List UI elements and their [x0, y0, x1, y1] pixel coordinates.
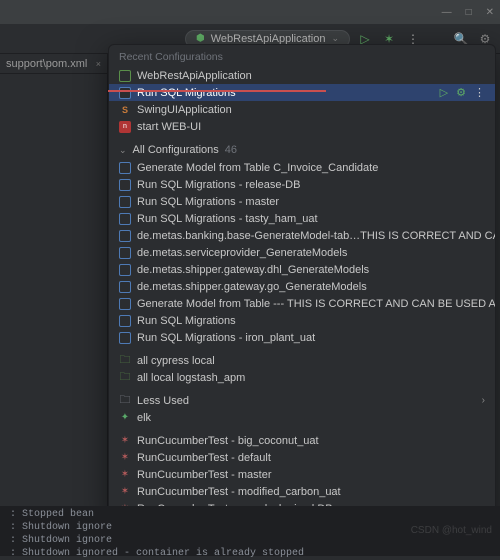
- close-tab-icon[interactable]: ×: [96, 59, 101, 69]
- run-configurations-popup: Recent Configurations WebRestApiApplicat…: [108, 44, 496, 522]
- terminal-line: : Shutdown ignored - container is alread…: [10, 547, 490, 560]
- watermark: CSDN @hot_wind: [411, 525, 492, 536]
- application-icon: [119, 230, 131, 242]
- application-icon: [119, 281, 131, 293]
- config-label: elk: [137, 412, 151, 424]
- config-label: RunCucumberTest - default: [137, 452, 271, 464]
- config-label: all cypress local: [137, 355, 215, 367]
- cucumber-item[interactable]: ✶ RunCucumberTest - master: [109, 466, 495, 483]
- config-label: Generate Model from Table --- THIS IS CO…: [137, 298, 495, 310]
- application-icon: [119, 298, 131, 310]
- application-icon: [119, 264, 131, 276]
- application-icon: [119, 179, 131, 191]
- application-icon: [119, 247, 131, 259]
- spring-icon: [119, 70, 131, 82]
- config-item[interactable]: de.metas.banking.base-GenerateModel-tab……: [109, 227, 495, 244]
- npm-icon: n: [119, 121, 131, 133]
- row-more-button[interactable]: ⋮: [474, 86, 485, 99]
- group-label: Less Used: [137, 395, 189, 407]
- editor-tab-label: support\pom.xml: [6, 58, 87, 70]
- config-item[interactable]: de.metas.serviceprovider_GenerateModels: [109, 244, 495, 261]
- config-label: Run SQL Migrations: [137, 315, 236, 327]
- compound-icon: 🗀: [119, 369, 131, 386]
- window-minimize-button[interactable]: —: [442, 7, 452, 18]
- cucumber-icon: ✶: [119, 469, 131, 480]
- application-icon: [119, 315, 131, 327]
- config-label: all local logstash_apm: [137, 372, 245, 384]
- elk-icon: ✦: [119, 412, 131, 423]
- config-label: Run SQL Migrations - master: [137, 196, 279, 208]
- config-item[interactable]: Generate Model from Table C_Invoice_Cand…: [109, 159, 495, 176]
- config-item[interactable]: Run SQL Migrations: [109, 312, 495, 329]
- config-label: Run SQL Migrations: [137, 87, 236, 99]
- all-configurations-header[interactable]: ⌄ All Configurations 46: [109, 141, 495, 159]
- all-configurations-count: 46: [225, 144, 237, 156]
- recent-item[interactable]: WebRestApiApplication: [109, 67, 495, 84]
- config-label: Generate Model from Table C_Invoice_Cand…: [137, 162, 378, 174]
- config-label: Run SQL Migrations - release-DB: [137, 179, 300, 191]
- swing-icon: S: [119, 105, 131, 115]
- window-controls: — □ ✕: [442, 7, 494, 18]
- compound-item[interactable]: 🗀 all cypress local: [109, 352, 495, 369]
- config-label: WebRestApiApplication: [137, 70, 252, 82]
- config-label: de.metas.shipper.gateway.dhl_GenerateMod…: [137, 264, 369, 276]
- recent-item[interactable]: Run SQL Migrations ▷ ⚙ ⋮: [109, 84, 495, 101]
- less-used-group[interactable]: 🗀 Less Used ›: [109, 392, 495, 409]
- config-item[interactable]: Run SQL Migrations - master: [109, 193, 495, 210]
- config-label: RunCucumberTest - master: [137, 469, 272, 481]
- highlight-underline: [108, 90, 326, 92]
- config-label: RunCucumberTest - modified_carbon_uat: [137, 486, 341, 498]
- chevron-right-icon: ›: [482, 395, 485, 406]
- application-icon: [119, 213, 131, 225]
- chevron-down-icon: ⌄: [119, 145, 127, 156]
- cucumber-icon: ✶: [119, 452, 131, 463]
- config-item[interactable]: Run SQL Migrations - tasty_ham_uat: [109, 210, 495, 227]
- recent-item[interactable]: n start WEB-UI: [109, 118, 495, 135]
- cucumber-item[interactable]: ✶ RunCucumberTest - default: [109, 449, 495, 466]
- recent-item[interactable]: S SwingUIApplication: [109, 101, 495, 118]
- cucumber-item[interactable]: ✶ RunCucumberTest - big_coconut_uat: [109, 432, 495, 449]
- run-config-label: WebRestApiApplication: [211, 33, 326, 45]
- compound-item[interactable]: 🗀 all local logstash_apm: [109, 369, 495, 386]
- config-item[interactable]: Run SQL Migrations - release-DB: [109, 176, 495, 193]
- config-label: de.metas.serviceprovider_GenerateModels: [137, 247, 347, 259]
- window-titlebar: — □ ✕: [0, 0, 500, 24]
- row-debug-button[interactable]: ⚙: [456, 86, 466, 99]
- config-item[interactable]: Run SQL Migrations - iron_plant_uat: [109, 329, 495, 346]
- application-icon: [119, 162, 131, 174]
- chevron-down-icon: ⌄: [331, 33, 339, 44]
- config-label: Run SQL Migrations - tasty_ham_uat: [137, 213, 318, 225]
- config-item[interactable]: de.metas.shipper.gateway.dhl_GenerateMod…: [109, 261, 495, 278]
- window-close-button[interactable]: ✕: [486, 7, 494, 18]
- config-label: RunCucumberTest - big_coconut_uat: [137, 435, 319, 447]
- application-icon: [119, 196, 131, 208]
- config-item[interactable]: de.metas.shipper.gateway.go_GenerateMode…: [109, 278, 495, 295]
- editor-area: support\pom.xml ×: [0, 54, 108, 556]
- window-maximize-button[interactable]: □: [466, 7, 472, 18]
- config-item[interactable]: Generate Model from Table --- THIS IS CO…: [109, 295, 495, 312]
- run-config-icon: ⬢: [196, 33, 205, 44]
- recent-header: Recent Configurations: [109, 45, 495, 67]
- config-label: Run SQL Migrations - iron_plant_uat: [137, 332, 315, 344]
- config-label: de.metas.shipper.gateway.go_GenerateMode…: [137, 281, 367, 293]
- row-run-button[interactable]: ▷: [440, 86, 448, 99]
- elk-item[interactable]: ✦ elk: [109, 409, 495, 426]
- config-label: start WEB-UI: [137, 121, 201, 133]
- application-icon: [119, 332, 131, 344]
- all-configurations-label: All Configurations: [133, 144, 219, 156]
- row-actions: ▷ ⚙ ⋮: [440, 86, 485, 99]
- config-label: SwingUIApplication: [137, 104, 232, 116]
- folder-icon: 🗀: [119, 392, 131, 409]
- application-icon: [119, 87, 131, 99]
- terminal-line: : Stopped bean: [10, 508, 490, 521]
- compound-icon: 🗀: [119, 352, 131, 369]
- cucumber-icon: ✶: [119, 486, 131, 497]
- cucumber-icon: ✶: [119, 435, 131, 446]
- cucumber-item[interactable]: ✶ RunCucumberTest - modified_carbon_uat: [109, 483, 495, 500]
- editor-tab[interactable]: support\pom.xml ×: [0, 54, 107, 74]
- config-label: de.metas.banking.base-GenerateModel-tab……: [137, 230, 495, 242]
